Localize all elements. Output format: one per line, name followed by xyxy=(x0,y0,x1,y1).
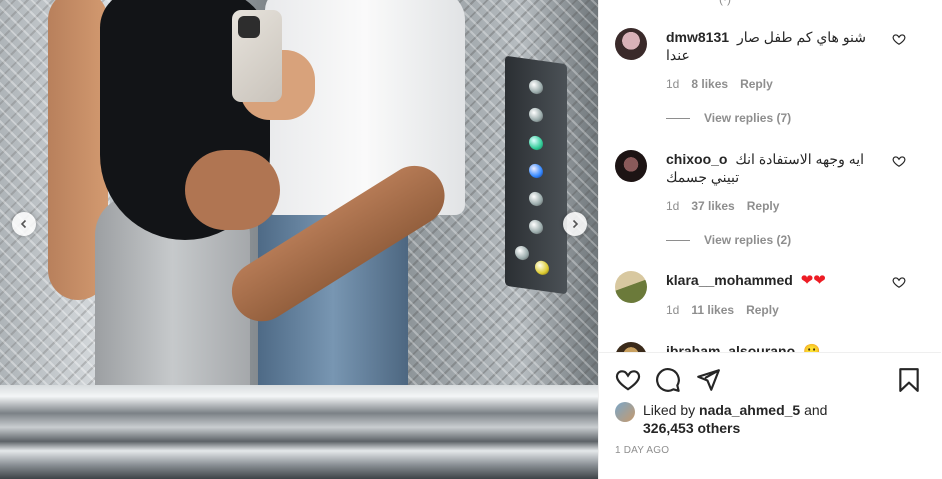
chevron-right-icon[interactable] xyxy=(563,212,587,236)
chevron-left-icon[interactable] xyxy=(12,212,36,236)
comment-username[interactable]: ibraham_alsourano xyxy=(666,343,795,352)
comment-time[interactable]: 1d xyxy=(666,77,679,91)
heart-outline-icon[interactable] xyxy=(892,154,906,168)
comment-text-block: ibraham_alsourano 😮 xyxy=(666,342,888,352)
post-side-panel: (·) dmw8131 شنو هاي كم طفل صار عندا 1d 8… xyxy=(598,0,942,479)
comment-meta: 1d 37 likes Reply xyxy=(666,199,888,213)
comment-bubble-icon[interactable] xyxy=(655,367,681,393)
hand-on-belly xyxy=(185,150,280,230)
bookmark-icon[interactable] xyxy=(896,367,922,393)
elevator-handrail xyxy=(0,385,598,479)
heart-outline-icon[interactable] xyxy=(892,275,906,289)
avatar[interactable] xyxy=(615,271,647,303)
post-actions: Liked by nada_ahmed_5 and 326,453 others… xyxy=(599,352,941,479)
view-replies-label: View replies (7) xyxy=(704,111,792,125)
comment-likes[interactable]: 8 likes xyxy=(691,77,728,91)
comment-text-block: dmw8131 شنو هاي كم طفل صار عندا xyxy=(666,28,888,64)
avatar[interactable] xyxy=(615,28,647,60)
post-image[interactable] xyxy=(0,0,598,479)
paper-plane-icon[interactable] xyxy=(695,367,721,393)
view-replies-button[interactable]: View replies (7) xyxy=(666,111,791,125)
heart-outline-icon[interactable] xyxy=(615,367,641,393)
heart-outline-icon[interactable] xyxy=(892,32,906,46)
likes-prefix: Liked by xyxy=(643,402,700,418)
liked-by-username[interactable]: nada_ahmed_5 xyxy=(699,402,800,418)
comment-username[interactable]: chixoo_o xyxy=(666,151,727,167)
comment-meta: 1d 8 likes Reply xyxy=(666,77,888,91)
truncated-text: (·) xyxy=(719,0,731,6)
comment-username[interactable]: dmw8131 xyxy=(666,29,729,45)
comment-time[interactable]: 1d xyxy=(666,199,679,213)
phone xyxy=(232,10,282,102)
avatar[interactable] xyxy=(615,402,635,422)
comment-time[interactable]: 1d xyxy=(666,303,679,317)
avatar[interactable] xyxy=(615,150,647,182)
elevator-button-panel xyxy=(505,55,567,295)
reply-button[interactable]: Reply xyxy=(747,199,780,213)
reply-button[interactable]: Reply xyxy=(740,77,773,91)
comment-text: ❤❤ xyxy=(800,272,826,289)
comment-likes[interactable]: 37 likes xyxy=(691,199,734,213)
comment-text-block: klara__mohammed ❤❤ xyxy=(666,271,888,290)
comments-list[interactable]: (·) dmw8131 شنو هاي كم طفل صار عندا 1d 8… xyxy=(599,0,941,352)
view-replies-label: View replies (2) xyxy=(704,233,792,247)
comment-meta: 1d 11 likes Reply xyxy=(666,303,888,317)
comment-likes[interactable]: 11 likes xyxy=(691,303,734,317)
likes-count-link[interactable]: 326,453 others xyxy=(643,420,740,436)
likes-mid: and xyxy=(800,402,828,418)
comment-username[interactable]: klara__mohammed xyxy=(666,272,793,288)
avatar[interactable] xyxy=(615,342,647,352)
view-replies-button[interactable]: View replies (2) xyxy=(666,233,791,247)
reply-button[interactable]: Reply xyxy=(746,303,779,317)
post-timestamp[interactable]: 1 DAY AGO xyxy=(615,445,669,456)
comment-text: 😮 xyxy=(803,343,821,352)
comment-text-block: chixoo_o ايه وجهه الاستفادة انك تبيني جس… xyxy=(666,150,888,186)
